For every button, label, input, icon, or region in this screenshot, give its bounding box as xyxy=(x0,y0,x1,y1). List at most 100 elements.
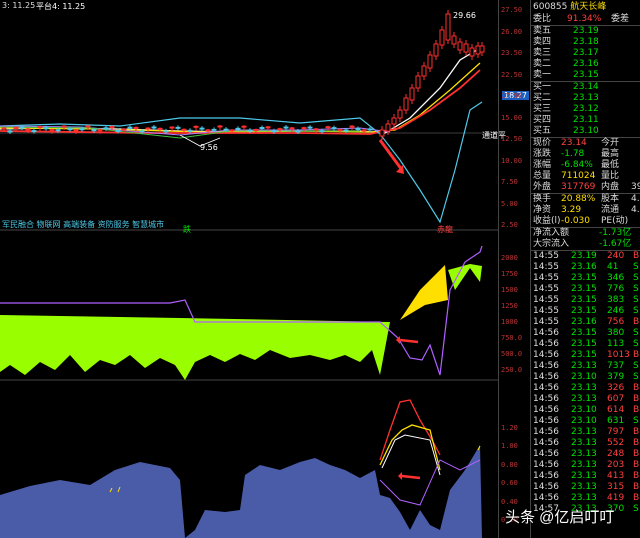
candle-body xyxy=(115,130,121,133)
tick-side: B xyxy=(633,394,640,404)
candle-body xyxy=(181,128,187,131)
flow-label: 大宗流入 xyxy=(533,239,570,249)
candle-body xyxy=(61,125,67,128)
tick-volume: 113 xyxy=(607,339,625,349)
candle-body xyxy=(479,45,485,53)
tick-side: B xyxy=(633,460,640,470)
tick-side: S xyxy=(633,372,639,382)
candle-body xyxy=(331,127,337,130)
bid-price: 23.14 xyxy=(573,82,599,92)
tick-time: 14:55 xyxy=(533,251,559,261)
candle-body xyxy=(415,75,421,89)
tick-row: 14:56 23.13 326 B xyxy=(531,383,640,394)
tick-time: 14:56 xyxy=(533,460,559,470)
tick-row: 14:55 23.16 41 S xyxy=(531,262,640,273)
tick-side: S xyxy=(633,273,639,283)
oscillator-axis-tick: 0.60 xyxy=(501,479,518,488)
quote-value: 317769 xyxy=(561,182,596,192)
tick-time: 14:56 xyxy=(533,482,559,492)
fin-value2: 4. xyxy=(631,194,640,204)
ask-price: 23.17 xyxy=(573,48,599,58)
quote-row: 现价 23.14 今开 xyxy=(531,138,640,149)
volume-axis-tick: 2000 xyxy=(501,254,518,262)
candle-body xyxy=(175,126,181,129)
candle-body xyxy=(55,129,61,132)
candle-body xyxy=(187,129,193,132)
flow-value: -1.73亿 xyxy=(599,228,632,238)
tick-time: 14:56 xyxy=(533,328,559,338)
candle-body xyxy=(145,127,151,130)
candle-body xyxy=(31,130,37,133)
candle-body xyxy=(133,126,139,129)
tick-row: 14:56 23.10 631 S xyxy=(531,416,640,427)
tick-row: 14:56 23.13 315 B xyxy=(531,482,640,493)
tick-side: S xyxy=(633,328,639,338)
fin-label: 换手 xyxy=(533,194,552,204)
tick-side: B xyxy=(633,471,640,481)
price-panel xyxy=(0,0,498,231)
tick-list[interactable]: 14:55 23.19 240 B 14:55 23.16 41 S 14:55 23.15 346… xyxy=(531,251,640,515)
candle-body xyxy=(247,129,253,132)
quote-label: 总量 xyxy=(533,171,552,181)
die-label: 跌 xyxy=(183,225,191,234)
ask-price: 23.16 xyxy=(573,59,599,69)
tick-time: 14:55 xyxy=(533,284,559,294)
bid-row: 买五 23.10 xyxy=(531,126,640,137)
pingtai-label: 平台4: 11.25 xyxy=(36,2,86,11)
bid-row: 买二 23.13 xyxy=(531,93,640,104)
bid-row: 买三 23.12 xyxy=(531,104,640,115)
tick-row: 14:56 23.13 413 B xyxy=(531,471,640,482)
candle-body xyxy=(199,127,205,130)
tick-time: 14:56 xyxy=(533,427,559,437)
candle-body xyxy=(253,129,259,132)
tick-side: B xyxy=(633,317,640,327)
tick-volume: 380 xyxy=(607,328,625,338)
tick-side: B xyxy=(633,427,640,437)
candle-body xyxy=(313,128,319,131)
tick-volume: 552 xyxy=(607,438,625,448)
tick-price: 23.15 xyxy=(571,273,597,283)
candle-body xyxy=(97,129,103,132)
tick-row: 14:56 23.10 379 S xyxy=(531,372,640,383)
tick-time: 14:56 xyxy=(533,416,559,426)
candle-body xyxy=(439,29,445,46)
tick-volume: 246 xyxy=(607,306,625,316)
volume-axis-tick: 1750 xyxy=(501,270,518,278)
bid-list: 买一 23.14 买二 23.13 买三 23.12 买四 23.11 买五 23.10 xyxy=(531,82,640,137)
tick-price: 23.13 xyxy=(571,471,597,481)
price-axis-tick: 15.00 xyxy=(501,113,523,122)
tick-price: 23.10 xyxy=(571,405,597,415)
candle-body xyxy=(169,126,175,129)
tick-side: S xyxy=(633,361,639,371)
candle-body xyxy=(163,130,169,133)
candle-body xyxy=(475,45,481,55)
ask-row: 卖四 23.18 xyxy=(531,37,640,48)
candle-body xyxy=(463,43,469,53)
candle-body xyxy=(151,126,157,129)
quote-label: 涨跌 xyxy=(533,149,552,159)
tick-volume: 419 xyxy=(607,493,625,503)
tick-row: 14:56 23.15 380 S xyxy=(531,328,640,339)
volume-axis-tick: 250.0 xyxy=(501,366,523,374)
candle-body xyxy=(139,130,145,133)
ask-row: 卖三 23.17 xyxy=(531,48,640,59)
oscillator-axis-tick: 0.80 xyxy=(501,460,518,469)
bid-label: 买二 xyxy=(533,93,552,103)
quote-row: 涨跌 -1.78 最高 xyxy=(531,149,640,160)
tick-price: 23.13 xyxy=(571,482,597,492)
candle-body xyxy=(319,130,325,133)
chart-area[interactable]: 3: 11.25 平台4: 11.25 29.66 9.56 18.27 通道平… xyxy=(0,0,530,538)
tick-time: 14:56 xyxy=(533,405,559,415)
candle-body xyxy=(259,127,265,130)
candle-body xyxy=(427,54,433,69)
flow-label: 净流入额 xyxy=(533,228,570,238)
price-axis-tick: 22.50 xyxy=(501,70,523,79)
tanchu-label: 赤龍 xyxy=(437,225,453,234)
tick-side: B xyxy=(633,383,640,393)
quote-label2: 量比 xyxy=(601,171,620,181)
stock-header: 600855 航天长峰 xyxy=(531,0,640,14)
tick-row: 14:55 23.16 756 B xyxy=(531,317,640,328)
volume-axis-tick: 1000 xyxy=(501,318,518,326)
candle-body xyxy=(211,128,217,131)
ask-row: 卖二 23.16 xyxy=(531,59,640,70)
